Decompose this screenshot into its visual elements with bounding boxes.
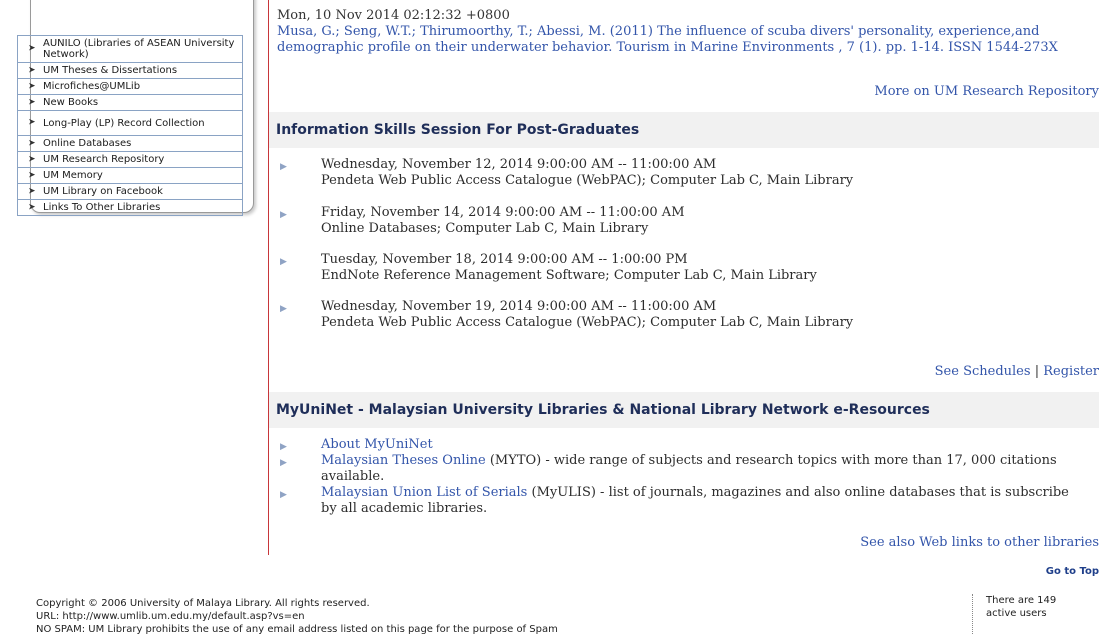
sidebar-links: ➤ AUNILO (Libraries of ASEAN University N… — [17, 35, 243, 216]
footer-url-text: URL: http://www.umlib.um.edu.my/default.… — [36, 611, 305, 622]
sidebar-item-label: Long-Play (LP) Record Collection — [43, 117, 205, 129]
schedule-links: See Schedules | Register — [935, 364, 1099, 379]
link-separator: | — [1034, 364, 1040, 379]
register-link[interactable]: Register — [1043, 364, 1099, 379]
active-users-counter: There are 149 active users — [972, 594, 1056, 634]
sidebar-item-label: UM Research Repository — [43, 154, 165, 165]
repository-timestamp: Mon, 10 Nov 2014 02:12:32 +0800 — [277, 8, 510, 23]
arrow-right-icon: ➤ — [28, 97, 36, 107]
bullet-arrow-icon: ▶ — [280, 210, 287, 220]
about-myuninet-link[interactable]: About MyUniNet — [321, 437, 433, 452]
bullet-arrow-icon: ▶ — [280, 162, 287, 172]
arrow-right-icon: ➤ — [28, 117, 36, 128]
sidebar-item-label: UM Theses & Dissertations — [43, 65, 178, 76]
arrow-right-icon: ➤ — [28, 138, 36, 148]
copyright-text: Copyright © 2006 University of Malaya Li… — [36, 598, 370, 609]
sidebar-item-label: New Books — [43, 97, 99, 108]
malaysian-union-list-serials-link[interactable]: Malaysian Union List of Serials — [321, 485, 527, 500]
arrow-right-icon: ➤ — [28, 202, 36, 212]
sidebar-item[interactable]: ➤ Links To Other Libraries — [17, 200, 243, 216]
arrow-right-icon: ➤ — [28, 186, 36, 196]
sidebar-item[interactable]: ➤ Long-Play (LP) Record Collection — [17, 111, 243, 136]
arrow-right-icon: ➤ — [28, 170, 36, 180]
sidebar-item-label: AUNILO (Libraries of ASEAN University Ne… — [43, 38, 235, 60]
no-spam-notice: NO SPAM: UM Library prohibits the use of… — [36, 624, 558, 635]
arrow-right-icon: ➤ — [28, 81, 36, 91]
bullet-arrow-icon: ▶ — [280, 304, 287, 314]
arrow-right-icon: ➤ — [28, 154, 36, 164]
sidebar-item-label: Links To Other Libraries — [43, 202, 161, 213]
sidebar-item-label: Online Databases — [43, 138, 132, 149]
malaysian-theses-online-link[interactable]: Malaysian Theses Online — [321, 453, 486, 468]
myuninet-heading: MyUniNet - Malaysian University Librarie… — [269, 392, 1099, 428]
see-schedules-link[interactable]: See Schedules — [935, 364, 1031, 379]
sidebar-item[interactable]: ➤ UM Theses & Dissertations — [17, 63, 243, 79]
page-footer: Copyright © 2006 University of Malaya Li… — [36, 597, 558, 636]
sidebar-item[interactable]: ➤ Online Databases — [17, 136, 243, 152]
more-repository-link[interactable]: More on UM Research Repository — [874, 84, 1099, 99]
bullet-arrow-icon: ▶ — [280, 442, 287, 452]
sidebar-item[interactable]: ➤ New Books — [17, 95, 243, 111]
content-divider — [268, 0, 269, 555]
info-skills-heading: Information Skills Session For Post-Grad… — [269, 112, 1099, 148]
bullet-arrow-icon: ▶ — [280, 257, 287, 267]
repository-reference-link[interactable]: Musa, G.; Seng, W.T.; Thirumoorthy, T.; … — [277, 24, 1095, 56]
see-also-links-link[interactable]: See also Web links to other libraries — [860, 535, 1099, 550]
arrow-right-icon: ➤ — [28, 43, 36, 54]
sidebar-item-label: Microfiches@UMLib — [43, 81, 141, 92]
go-to-top-link[interactable]: Go to Top — [1046, 566, 1099, 577]
sidebar-item[interactable]: ➤ Microfiches@UMLib — [17, 79, 243, 95]
bullet-arrow-icon: ▶ — [280, 458, 287, 468]
sidebar-item[interactable]: ➤ UM Library on Facebook — [17, 184, 243, 200]
sidebar-item-label: UM Memory — [43, 170, 103, 181]
sidebar-item[interactable]: ➤ UM Memory — [17, 168, 243, 184]
sidebar-item[interactable]: ➤ UM Research Repository — [17, 152, 243, 168]
sidebar-item[interactable]: ➤ AUNILO (Libraries of ASEAN University N… — [17, 36, 243, 63]
bullet-arrow-icon: ▶ — [280, 490, 287, 500]
sidebar-item-label: UM Library on Facebook — [43, 186, 163, 197]
arrow-right-icon: ➤ — [28, 65, 36, 75]
